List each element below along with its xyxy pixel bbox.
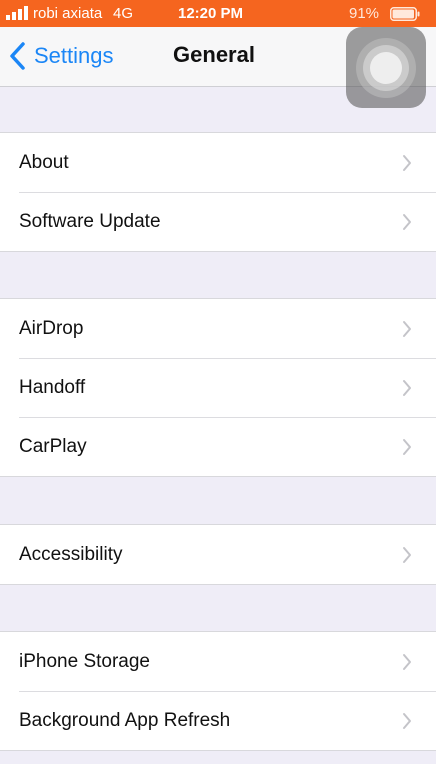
chevron-right-icon xyxy=(403,654,411,670)
settings-group-2: AirDrop Handoff CarPlay xyxy=(0,298,436,477)
battery-icon xyxy=(390,7,420,21)
chevron-right-icon xyxy=(403,547,411,563)
status-bar: robi axiata 4G 12:20 PM 91% xyxy=(0,0,436,27)
list-item-about[interactable]: About xyxy=(0,133,436,192)
network-type: 4G xyxy=(113,5,134,22)
navigation-bar: Settings General xyxy=(0,27,436,108)
assistive-touch-ring-inner xyxy=(370,52,402,84)
list-item-label: Accessibility xyxy=(19,544,123,565)
chevron-right-icon xyxy=(403,155,411,171)
list-item-label: AirDrop xyxy=(19,318,84,339)
list-item-carplay[interactable]: CarPlay xyxy=(0,417,436,476)
settings-group-1: About Software Update xyxy=(0,132,436,252)
list-item-label: About xyxy=(19,152,69,173)
list-item-label: CarPlay xyxy=(19,436,87,457)
chevron-right-icon xyxy=(403,214,411,230)
chevron-right-icon xyxy=(403,439,411,455)
list-item-software-update[interactable]: Software Update xyxy=(0,192,436,251)
list-item-label: Background App Refresh xyxy=(19,710,231,731)
list-item-handoff[interactable]: Handoff xyxy=(0,358,436,417)
battery-percentage: 91% xyxy=(349,5,380,22)
chevron-right-icon xyxy=(403,321,411,337)
list-item-label: Software Update xyxy=(19,211,161,232)
status-time: 12:20 PM xyxy=(178,5,244,22)
list-item-airdrop[interactable]: AirDrop xyxy=(0,299,436,358)
carrier-name: robi axiata xyxy=(33,5,103,22)
chevron-right-icon xyxy=(403,380,411,396)
list-item-iphone-storage[interactable]: iPhone Storage xyxy=(0,632,436,691)
list-item-label: Handoff xyxy=(19,377,86,398)
assistive-touch-button[interactable] xyxy=(346,27,426,108)
settings-group-4: iPhone Storage Background App Refresh xyxy=(0,631,436,751)
signal-strength-icon xyxy=(6,6,28,20)
chevron-right-icon xyxy=(403,713,411,729)
list-item-accessibility[interactable]: Accessibility xyxy=(0,525,436,584)
list-item-background-app-refresh[interactable]: Background App Refresh xyxy=(0,691,436,750)
settings-group-3: Accessibility xyxy=(0,524,436,585)
list-item-label: iPhone Storage xyxy=(19,651,150,672)
